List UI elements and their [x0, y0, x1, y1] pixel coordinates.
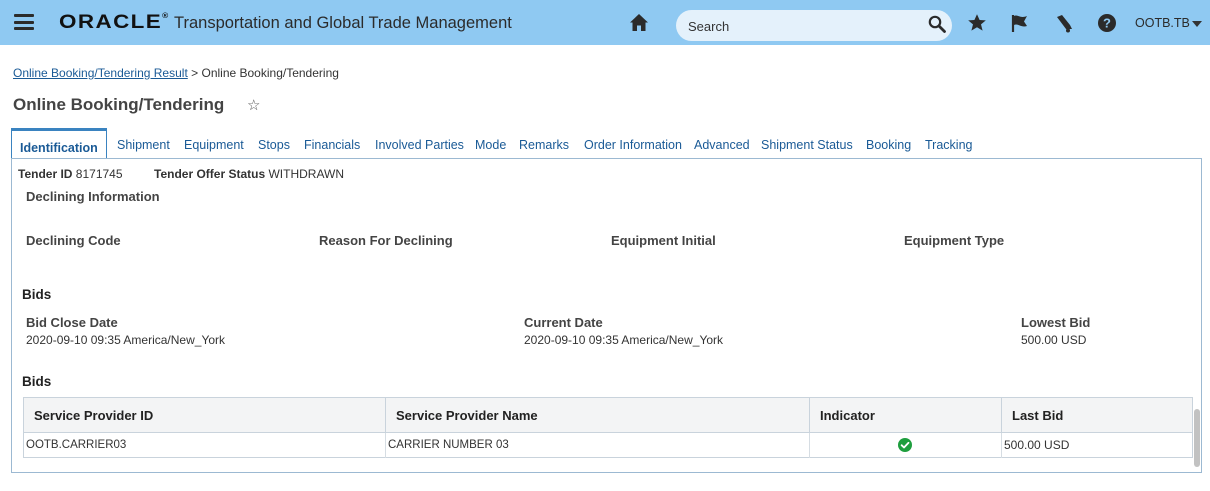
declining-info-heading: Declining Information: [26, 189, 160, 204]
tab-identification[interactable]: Identification: [11, 128, 107, 159]
top-bar: ORACLE® Transportation and Global Trade …: [0, 0, 1210, 45]
cell-provider-id: OOTB.CARRIER03: [24, 433, 386, 458]
current-date-value: 2020-09-10 09:35 America/New_York: [524, 333, 724, 347]
search-input[interactable]: [688, 17, 918, 35]
column-header-indicator[interactable]: Indicator: [810, 398, 1002, 433]
tab-order-information[interactable]: Order Information: [584, 138, 682, 152]
breadcrumb: Online Booking/Tendering Result > Online…: [13, 66, 339, 80]
reason-declining-label: Reason For Declining: [319, 233, 453, 248]
bids-info-heading: Bids: [22, 287, 52, 302]
help-icon[interactable]: ?: [1097, 13, 1117, 33]
column-header-provider-id[interactable]: Service Provider ID: [24, 398, 386, 433]
user-menu[interactable]: OOTB.TB: [1135, 16, 1190, 30]
equipment-type-label: Equipment Type: [904, 233, 1005, 248]
favorites-star-icon[interactable]: [967, 13, 987, 33]
breadcrumb-separator: >: [191, 66, 199, 80]
search-icon[interactable]: [928, 15, 946, 33]
identification-panel: Tender ID 8171745 Tender Offer Status WI…: [11, 158, 1202, 473]
page-title: Online Booking/Tendering: [13, 95, 225, 114]
flag-icon[interactable]: [1010, 13, 1030, 33]
declining-code-label: Declining Code: [26, 233, 121, 248]
tab-booking[interactable]: Booking: [866, 138, 911, 152]
scrollbar-thumb[interactable]: [1194, 409, 1200, 467]
bid-close-date-label: Bid Close Date: [26, 315, 118, 330]
home-icon[interactable]: [629, 13, 649, 32]
bids-table-heading: Bids: [22, 374, 52, 389]
chevron-down-icon[interactable]: [1192, 21, 1202, 27]
tender-id-value: 8171745: [75, 167, 123, 181]
column-header-provider-name[interactable]: Service Provider Name: [386, 398, 810, 433]
cell-last-bid: 500.00 USD: [1004, 438, 1070, 452]
tender-id-field: Tender ID 8171745: [18, 167, 123, 181]
current-date-label: Current Date: [524, 315, 603, 330]
bids-table: Service Provider ID Service Provider Nam…: [23, 397, 1193, 458]
breadcrumb-link-result[interactable]: Online Booking/Tendering Result: [13, 66, 188, 80]
equipment-initial-label: Equipment Initial: [611, 233, 716, 248]
tab-advanced[interactable]: Advanced: [694, 138, 750, 152]
breadcrumb-current: Online Booking/Tendering: [201, 66, 339, 80]
tab-shipment[interactable]: Shipment: [117, 138, 170, 152]
tender-status-value: WITHDRAWN: [268, 167, 345, 181]
notifications-bell-icon[interactable]: [1054, 13, 1074, 33]
lowest-bid-value: 500.00 USD: [1021, 333, 1087, 347]
search-box: [676, 10, 952, 41]
menu-icon[interactable]: [14, 14, 34, 30]
table-scrollbar[interactable]: [1194, 397, 1200, 469]
svg-text:?: ?: [1103, 16, 1111, 31]
lowest-bid-label: Lowest Bid: [1021, 315, 1091, 330]
cell-indicator: [810, 433, 1002, 458]
tab-equipment[interactable]: Equipment: [184, 138, 244, 152]
column-header-last-bid[interactable]: Last Bid: [1002, 398, 1192, 433]
favorite-star-icon[interactable]: ☆: [247, 96, 260, 114]
tab-involved-parties[interactable]: Involved Parties: [375, 138, 464, 152]
tab-tracking[interactable]: Tracking: [925, 138, 972, 152]
tab-shipment-status[interactable]: Shipment Status: [761, 138, 853, 152]
tab-financials[interactable]: Financials: [304, 138, 360, 152]
tender-status-field: Tender Offer Status WITHDRAWN: [154, 167, 344, 181]
tab-remarks[interactable]: Remarks: [519, 138, 569, 152]
bid-close-date-value: 2020-09-10 09:35 America/New_York: [26, 333, 226, 347]
tender-status-label: Tender Offer Status: [154, 167, 266, 181]
tender-id-label: Tender ID: [18, 167, 73, 181]
oracle-logo: ORACLE®: [59, 12, 170, 33]
cell-provider-name: CARRIER NUMBER 03: [386, 433, 810, 458]
check-icon: [898, 438, 912, 452]
app-title: Transportation and Global Trade Manageme…: [174, 14, 512, 32]
tab-stops[interactable]: Stops: [258, 138, 290, 152]
tab-mode[interactable]: Mode: [475, 138, 506, 152]
